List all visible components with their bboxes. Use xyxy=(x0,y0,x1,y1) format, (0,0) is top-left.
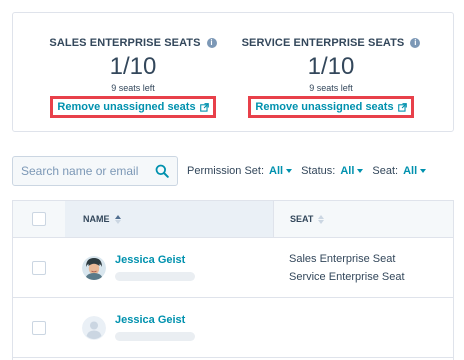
chevron-down-icon xyxy=(357,169,364,173)
sales-seats-left: 9 seats left xyxy=(111,83,155,93)
external-link-icon xyxy=(199,102,209,112)
remove-unassigned-sales-seats-link[interactable]: Remove unassigned seats xyxy=(50,96,216,118)
row-checkbox[interactable] xyxy=(32,320,46,335)
chevron-down-icon xyxy=(420,169,427,173)
seat-cell: Sales Enterprise Seat Service Enterprise… xyxy=(273,250,453,286)
info-icon[interactable]: i xyxy=(410,38,421,48)
redacted-email xyxy=(115,332,195,341)
seat-header-label: SEAT xyxy=(290,214,314,224)
seat-line: Sales Enterprise Seat xyxy=(289,252,396,265)
service-seats-left: 9 seats left xyxy=(309,83,353,93)
service-seats-title-text: SERVICE ENTERPRISE SEATS xyxy=(241,37,405,49)
service-seats-title: SERVICE ENTERPRISE SEATS i xyxy=(231,37,431,49)
sales-seats-title-text: SALES ENTERPRISE SEATS xyxy=(49,37,201,49)
row-checkbox-cell xyxy=(13,320,65,335)
sales-seats-block: SALES ENTERPRISE SEATS i 1/10 9 seats le… xyxy=(33,13,233,118)
filter-value-text: All xyxy=(403,165,418,177)
seat-filter[interactable]: Seat: All xyxy=(372,165,427,177)
sort-icon xyxy=(318,214,325,224)
filter-value-text: All xyxy=(269,165,284,177)
external-link-icon xyxy=(397,102,407,112)
name-cell: Jessica Geist xyxy=(65,314,273,341)
filter-value[interactable]: All xyxy=(269,165,293,177)
user-avatar-icon xyxy=(82,315,106,340)
permission-set-filter[interactable]: Permission Set: All xyxy=(187,165,293,177)
sales-seat-count: 1/10 xyxy=(109,53,157,80)
info-icon[interactable]: i xyxy=(206,38,217,48)
filter-value[interactable]: All xyxy=(340,165,364,177)
seat-line: Service Enterprise Seat xyxy=(289,270,405,283)
name-wrap: Jessica Geist xyxy=(115,314,195,341)
filter-label: Permission Set: xyxy=(187,165,265,177)
chevron-down-icon xyxy=(286,169,293,173)
seat-column-header[interactable]: SEAT xyxy=(273,201,453,237)
name-column-header[interactable]: NAME xyxy=(65,201,273,237)
user-name-link[interactable]: Jessica Geist xyxy=(115,314,195,326)
filter-value-text: All xyxy=(340,165,355,177)
seats-summary-card: SALES ENTERPRISE SEATS i 1/10 9 seats le… xyxy=(12,12,454,132)
filter-label: Seat: xyxy=(372,165,399,177)
name-wrap: Jessica Geist xyxy=(115,254,195,281)
redacted-email xyxy=(115,272,195,281)
search-icon[interactable] xyxy=(155,164,169,178)
name-cell: Jessica Geist xyxy=(65,254,273,281)
search-box[interactable] xyxy=(12,156,178,186)
sort-icon xyxy=(114,214,121,224)
status-filter[interactable]: Status: All xyxy=(301,165,364,177)
table-header: NAME SEAT xyxy=(13,201,453,238)
select-all-cell xyxy=(13,201,65,237)
users-table: NAME SEAT Jessica Geist Sales Enterprise… xyxy=(12,200,454,360)
service-seats-block: SERVICE ENTERPRISE SEATS i 1/10 9 seats … xyxy=(231,13,431,118)
name-header-label: NAME xyxy=(83,214,110,224)
user-name-link[interactable]: Jessica Geist xyxy=(115,254,195,266)
user-photo-avatar xyxy=(82,255,106,280)
search-input[interactable] xyxy=(21,164,151,178)
remove-unassigned-service-seats-link[interactable]: Remove unassigned seats xyxy=(248,96,414,118)
sales-seats-title: SALES ENTERPRISE SEATS i xyxy=(33,37,233,49)
filter-label: Status: xyxy=(301,165,336,177)
select-all-checkbox[interactable] xyxy=(32,212,46,226)
row-checkbox-cell xyxy=(13,260,65,275)
filter-value[interactable]: All xyxy=(403,165,427,177)
service-seat-count: 1/10 xyxy=(307,53,355,80)
remove-link-label: Remove unassigned seats xyxy=(255,101,394,113)
table-row: Jessica Geist xyxy=(13,298,453,358)
remove-link-label: Remove unassigned seats xyxy=(57,101,196,113)
filters-bar: Permission Set: All Status: All Seat: Al… xyxy=(12,156,454,186)
row-checkbox[interactable] xyxy=(32,260,46,275)
table-row: Jessica Geist Sales Enterprise Seat Serv… xyxy=(13,238,453,298)
